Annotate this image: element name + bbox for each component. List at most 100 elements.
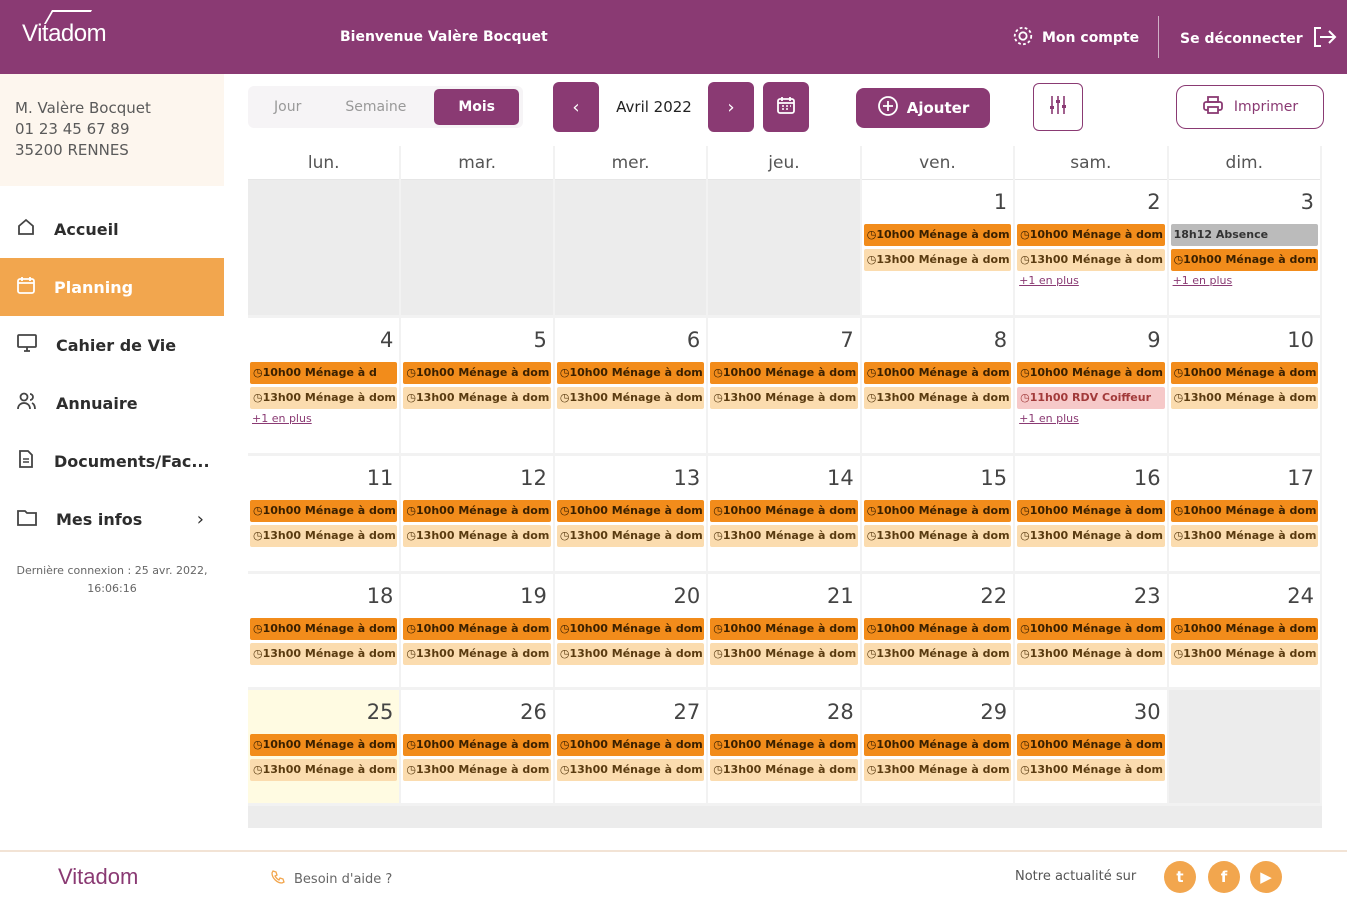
calendar-event[interactable]: ◷10h00 Ménage à dom	[250, 734, 398, 756]
sidebar-item-planning[interactable]: Planning	[0, 258, 224, 316]
sidebar-item-mes-infos[interactable]: Mes infos ›	[0, 490, 224, 548]
calendar-event[interactable]: ◷10h00 Ménage à dom	[556, 500, 705, 522]
calendar-event[interactable]: ◷10h00 Ménage à dom	[710, 734, 858, 756]
calendar-event[interactable]: ◷13h00 Ménage à dom	[250, 759, 398, 781]
sidebar-item-annuaire[interactable]: Annuaire	[0, 374, 224, 432]
print-button[interactable]: Imprimer	[1176, 85, 1324, 129]
calendar-event[interactable]: ◷10h00 Ménage à dom	[710, 362, 858, 384]
calendar-day-cell[interactable]: 24 ◷10h00 Ménage à dom ◷13h00 Ménage à dom	[1168, 574, 1322, 690]
calendar-event[interactable]: ◷13h00 Ménage à dom	[556, 759, 705, 781]
calendar-event[interactable]: ◷13h00 Ménage à dom	[403, 525, 551, 547]
calendar-event[interactable]: ◷13h00 Ménage à dom	[1017, 525, 1165, 547]
more-events-link[interactable]: +1 en plus	[1169, 274, 1320, 287]
calendar-event[interactable]: ◷10h00 Ménage à dom	[556, 734, 705, 756]
calendar-day-cell[interactable]: 6 ◷10h00 Ménage à dom ◷13h00 Ménage à dom	[554, 318, 709, 456]
calendar-day-cell[interactable]: 17 ◷10h00 Ménage à dom ◷13h00 Ménage à dom	[1168, 456, 1322, 574]
calendar-event[interactable]: ◷10h00 Ménage à dom	[1170, 618, 1318, 640]
calendar-event[interactable]: ◷10h00 Ménage à dom	[250, 500, 398, 522]
calendar-event[interactable]: ◷10h00 Ménage à dom	[710, 618, 858, 640]
calendar-event[interactable]: ◷10h00 Ménage à dom	[556, 618, 705, 640]
calendar-event[interactable]: ◷13h00 Ménage à dom	[556, 387, 705, 409]
calendar-event[interactable]: ◷13h00 Ménage à dom	[1170, 525, 1318, 547]
calendar-event[interactable]: ◷13h00 Ménage à dom	[1170, 643, 1318, 665]
vitadom-logo[interactable]: Vitadom	[22, 10, 107, 48]
calendar-event[interactable]: ◷10h00 Ménage à dom	[250, 618, 398, 640]
calendar-event[interactable]: ◷13h00 Ménage à dom	[710, 525, 858, 547]
calendar-event[interactable]: ◷10h00 Ménage à dom	[556, 362, 705, 384]
add-button[interactable]: Ajouter	[856, 88, 990, 128]
calendar-event[interactable]: ◷10h00 Ménage à dom	[1170, 500, 1318, 522]
calendar-event[interactable]: ◷13h00 Ménage à dom	[250, 643, 398, 665]
calendar-day-cell[interactable]: 3 18h12 Absence ◷10h00 Ménage à dom +1 en p…	[1168, 180, 1322, 318]
calendar-event[interactable]: ◷13h00 Ménage à dom	[403, 387, 551, 409]
calendar-day-cell[interactable]: 25 ◷10h00 Ménage à dom ◷13h00 Ménage à dom	[248, 690, 402, 806]
calendar-event[interactable]: ◷11h00 RDV Coiffeur	[1017, 387, 1165, 409]
calendar-event[interactable]: ◷13h00 Ménage à dom	[863, 525, 1012, 547]
calendar-day-cell[interactable]: 7 ◷10h00 Ménage à dom ◷13h00 Ménage à dom	[708, 318, 862, 456]
more-events-link[interactable]: +1 en plus	[248, 412, 399, 425]
calendar-event[interactable]: ◷13h00 Ménage à dom	[1017, 249, 1165, 271]
calendar-day-cell[interactable]: 2 ◷10h00 Ménage à dom ◷13h00 Ménage à dom +…	[1015, 180, 1169, 318]
calendar-day-cell[interactable]: 16 ◷10h00 Ménage à dom ◷13h00 Ménage à dom	[1015, 456, 1169, 574]
logout-button[interactable]: Se déconnecter	[1180, 25, 1337, 53]
help-link[interactable]: Besoin d'aide ?	[270, 869, 392, 889]
calendar-day-cell[interactable]: 22 ◷10h00 Ménage à dom ◷13h00 Ménage à dom	[861, 574, 1016, 690]
more-events-link[interactable]: +1 en plus	[1015, 412, 1166, 425]
sidebar-item-accueil[interactable]: Accueil	[0, 200, 224, 258]
calendar-event[interactable]: ◷10h00 Ménage à dom	[863, 734, 1012, 756]
calendar-event[interactable]: ◷13h00 Ménage à dom	[556, 643, 705, 665]
calendar-event[interactable]: ◷10h00 Ménage à dom	[403, 734, 551, 756]
calendar-event[interactable]: ◷10h00 Ménage à dom	[863, 618, 1012, 640]
calendar-day-cell[interactable]: 5 ◷10h00 Ménage à dom ◷13h00 Ménage à dom	[401, 318, 555, 456]
view-month-button[interactable]: Mois	[434, 89, 519, 125]
prev-month-button[interactable]: ‹	[553, 82, 599, 132]
more-events-link[interactable]: +1 en plus	[1015, 274, 1166, 287]
calendar-day-cell[interactable]: 15 ◷10h00 Ménage à dom ◷13h00 Ménage à dom	[861, 456, 1016, 574]
calendar-day-cell[interactable]: 10 ◷10h00 Ménage à dom ◷13h00 Ménage à dom	[1168, 318, 1322, 456]
date-picker-button[interactable]	[763, 82, 809, 132]
calendar-event[interactable]: 18h12 Absence	[1170, 224, 1318, 246]
calendar-event[interactable]: ◷10h00 Ménage à dom	[863, 224, 1012, 246]
calendar-event[interactable]: ◷13h00 Ménage à dom	[403, 643, 551, 665]
calendar-event[interactable]: ◷13h00 Ménage à dom	[863, 387, 1012, 409]
calendar-event[interactable]: ◷10h00 Ménage à dom	[403, 618, 551, 640]
calendar-day-cell[interactable]: 18 ◷10h00 Ménage à dom ◷13h00 Ménage à dom	[248, 574, 402, 690]
calendar-event[interactable]: ◷10h00 Ménage à dom	[1017, 362, 1165, 384]
youtube-icon[interactable]: ▶	[1250, 861, 1282, 893]
view-day-button[interactable]: Jour	[252, 89, 323, 125]
calendar-event[interactable]: ◷13h00 Ménage à dom	[710, 387, 858, 409]
facebook-icon[interactable]: f	[1208, 861, 1240, 893]
calendar-event[interactable]: ◷13h00 Ménage à dom	[863, 759, 1012, 781]
calendar-event[interactable]: ◷13h00 Ménage à dom	[1017, 759, 1165, 781]
sidebar-item-documents[interactable]: Documents/Fac...	[0, 432, 224, 490]
calendar-day-cell[interactable]: 14 ◷10h00 Ménage à dom ◷13h00 Ménage à dom	[708, 456, 862, 574]
account-button[interactable]: Mon compte	[1012, 25, 1139, 51]
next-month-button[interactable]: ›	[708, 82, 754, 132]
calendar-day-cell[interactable]: 1 ◷10h00 Ménage à dom ◷13h00 Ménage à dom	[861, 180, 1016, 318]
calendar-event[interactable]: ◷10h00 Ménage à dom	[710, 500, 858, 522]
footer-logo[interactable]: Vitadom	[58, 864, 138, 890]
calendar-day-cell[interactable]: 12 ◷10h00 Ménage à dom ◷13h00 Ménage à dom	[401, 456, 555, 574]
calendar-day-cell[interactable]: 9 ◷10h00 Ménage à dom ◷11h00 RDV Coiffeur +…	[1015, 318, 1169, 456]
calendar-event[interactable]: ◷13h00 Ménage à dom	[863, 643, 1012, 665]
calendar-event[interactable]: ◷10h00 Ménage à dom	[1017, 734, 1165, 756]
calendar-day-cell[interactable]: 11 ◷10h00 Ménage à dom ◷13h00 Ménage à dom	[248, 456, 402, 574]
calendar-day-cell[interactable]: 28 ◷10h00 Ménage à dom ◷13h00 Ménage à dom	[708, 690, 862, 806]
calendar-event[interactable]: ◷13h00 Ménage à dom	[250, 387, 398, 409]
calendar-day-cell[interactable]: 27 ◷10h00 Ménage à dom ◷13h00 Ménage à dom	[554, 690, 709, 806]
calendar-event[interactable]: ◷10h00 Ménage à dom	[1017, 224, 1165, 246]
filter-button[interactable]	[1033, 83, 1083, 131]
calendar-event[interactable]: ◷10h00 Ménage à dom	[403, 500, 551, 522]
calendar-day-cell[interactable]: 30 ◷10h00 Ménage à dom ◷13h00 Ménage à dom	[1015, 690, 1169, 806]
calendar-day-cell[interactable]: 29 ◷10h00 Ménage à dom ◷13h00 Ménage à dom	[861, 690, 1016, 806]
calendar-event[interactable]: ◷13h00 Ménage à dom	[863, 249, 1012, 271]
calendar-event[interactable]: ◷13h00 Ménage à dom	[403, 759, 551, 781]
calendar-event[interactable]: ◷13h00 Ménage à dom	[250, 525, 398, 547]
calendar-event[interactable]: ◷13h00 Ménage à dom	[710, 643, 858, 665]
calendar-day-cell[interactable]: 23 ◷10h00 Ménage à dom ◷13h00 Ménage à dom	[1015, 574, 1169, 690]
calendar-event[interactable]: ◷10h00 Ménage à d	[250, 362, 398, 384]
calendar-event[interactable]: ◷10h00 Ménage à dom	[403, 362, 551, 384]
calendar-day-cell[interactable]: 20 ◷10h00 Ménage à dom ◷13h00 Ménage à dom	[554, 574, 709, 690]
twitter-icon[interactable]: t	[1164, 861, 1196, 893]
calendar-day-cell[interactable]: 8 ◷10h00 Ménage à dom ◷13h00 Ménage à dom	[861, 318, 1016, 456]
